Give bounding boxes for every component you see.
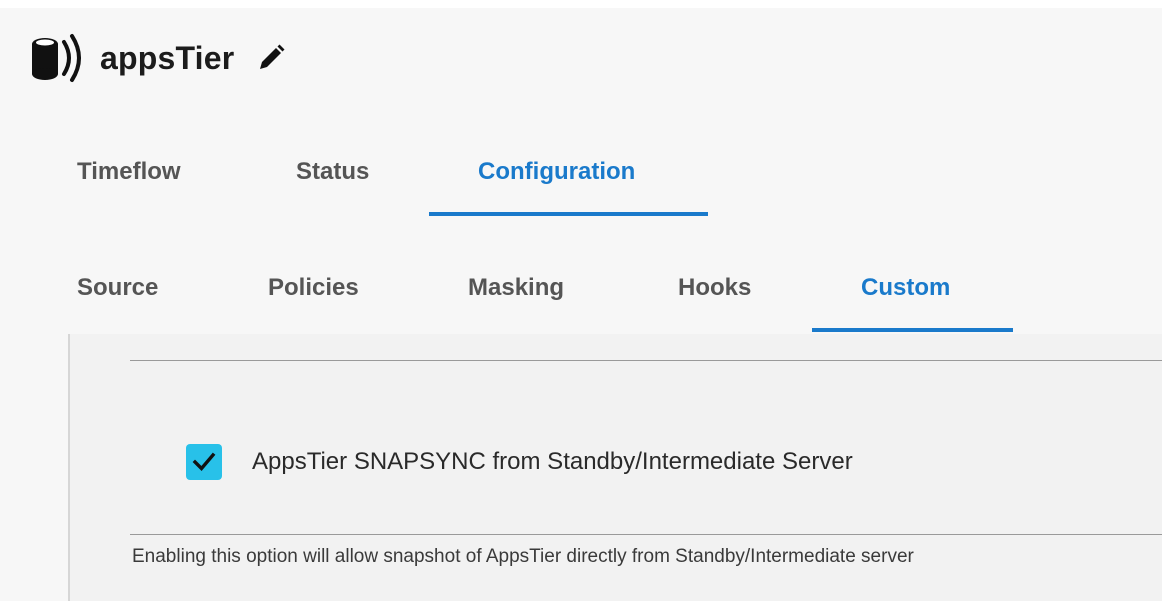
top-band: [0, 0, 1162, 8]
primary-tabs: Timeflow Status Configuration: [0, 140, 1162, 220]
snapsync-checkbox[interactable]: [186, 444, 222, 480]
tab-custom[interactable]: Custom: [861, 274, 950, 302]
header: appsTier: [28, 28, 286, 88]
secondary-tabs: Source Policies Masking Hooks Custom: [0, 254, 1162, 334]
page-title: appsTier: [100, 39, 235, 76]
divider-top: [130, 360, 1162, 361]
database-icon: [32, 34, 81, 82]
snapsync-help-text: Enabling this option will allow snapshot…: [132, 546, 914, 567]
tab-configuration[interactable]: Configuration: [478, 158, 635, 186]
checkmark-icon: [192, 452, 216, 472]
page: appsTier Timeflow Status Configuration S…: [0, 0, 1162, 601]
tab-timeflow[interactable]: Timeflow: [77, 158, 181, 186]
snapsync-checkbox-label: AppsTier SNAPSYNC from Standby/Intermedi…: [252, 448, 853, 475]
snapsync-option[interactable]: AppsTier SNAPSYNC from Standby/Intermedi…: [186, 444, 853, 480]
tab-custom-indicator: [812, 328, 1013, 332]
tab-hooks[interactable]: Hooks: [678, 274, 751, 302]
tab-source[interactable]: Source: [77, 274, 158, 302]
custom-panel: AppsTier SNAPSYNC from Standby/Intermedi…: [68, 334, 1162, 601]
tab-masking[interactable]: Masking: [468, 274, 564, 302]
divider-bottom: [130, 534, 1162, 535]
pencil-icon[interactable]: [256, 43, 286, 73]
tab-policies[interactable]: Policies: [268, 274, 359, 302]
tab-configuration-indicator: [429, 212, 708, 216]
tab-status[interactable]: Status: [296, 158, 369, 186]
